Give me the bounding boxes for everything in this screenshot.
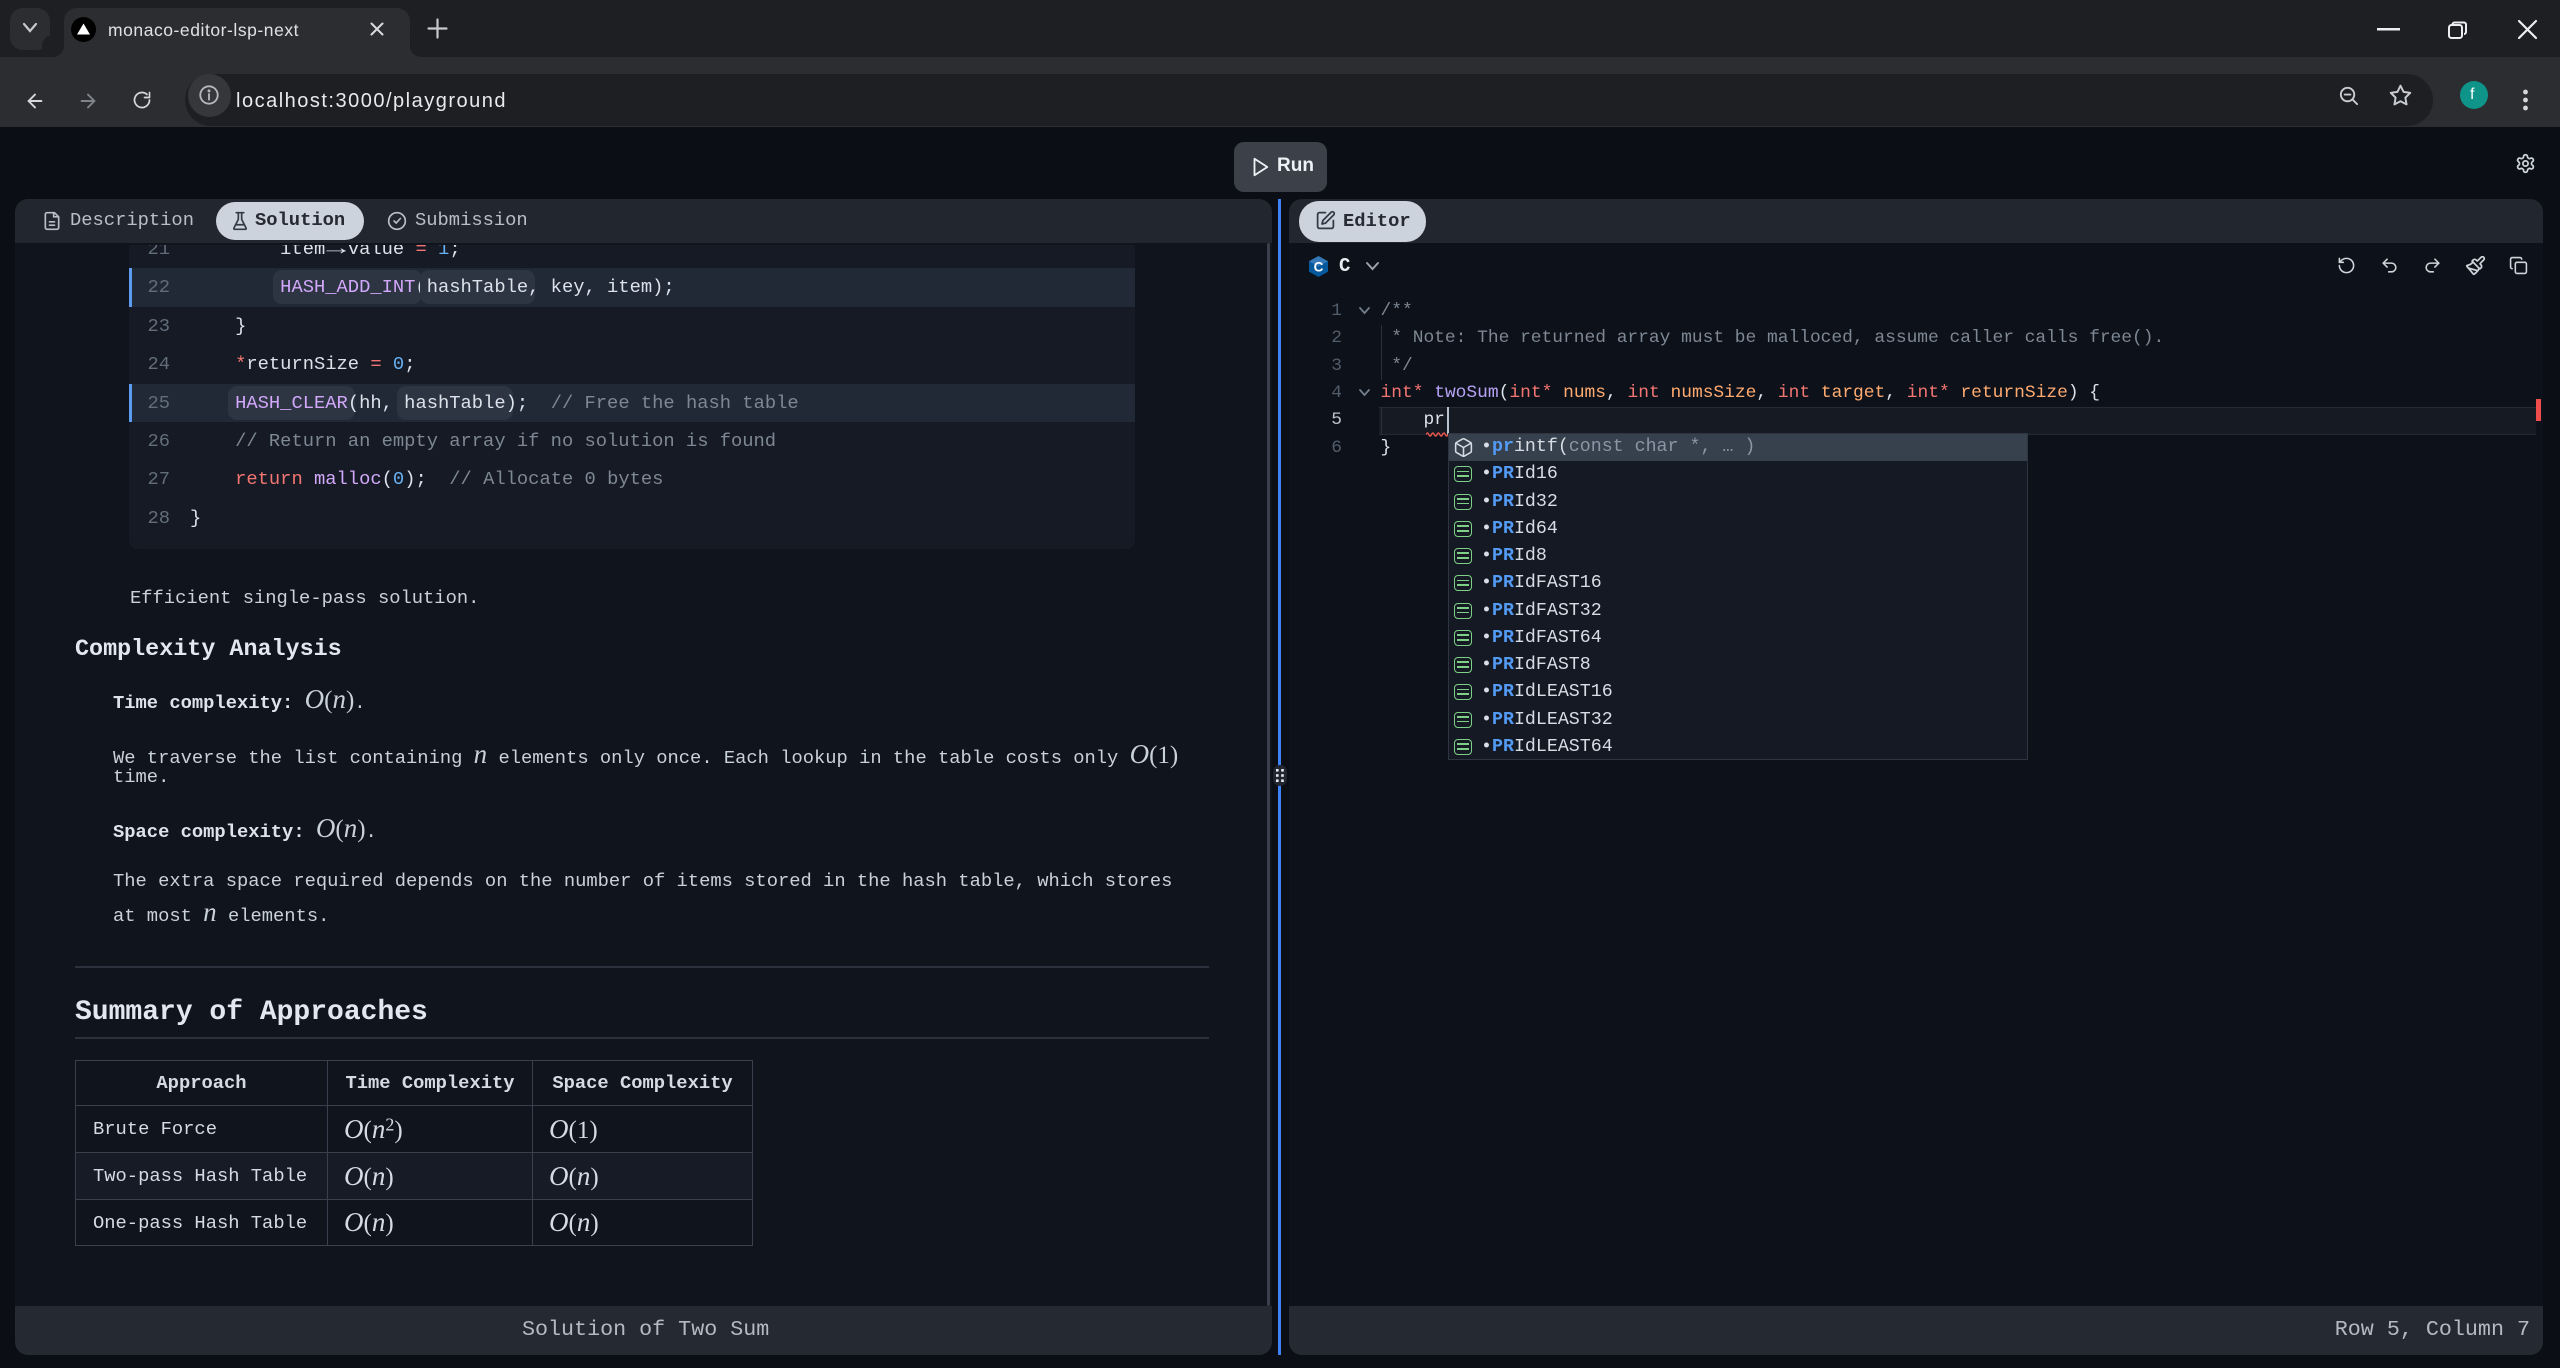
svg-text:C: C <box>1314 260 1324 275</box>
